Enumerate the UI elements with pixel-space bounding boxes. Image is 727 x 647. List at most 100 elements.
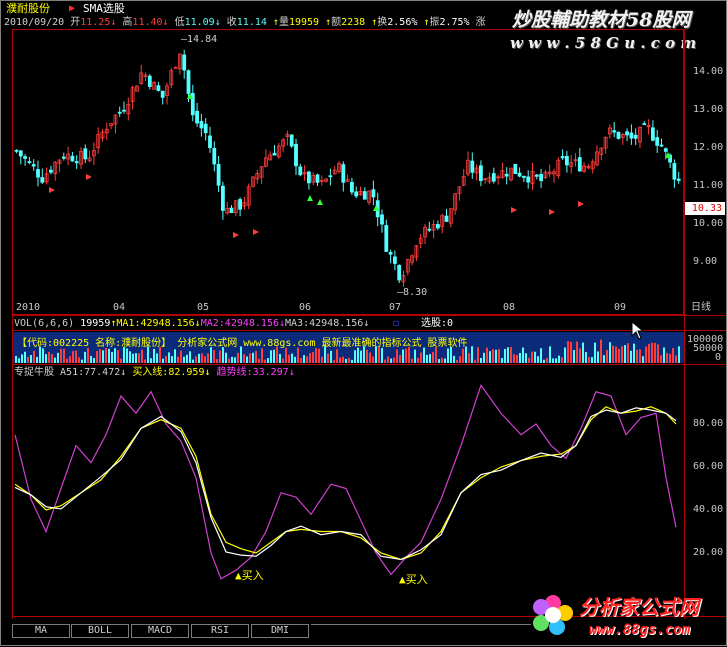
candle-body	[397, 265, 402, 281]
volume-bar	[231, 356, 233, 363]
volume-bar	[561, 357, 563, 363]
volume-bar	[129, 351, 131, 363]
sell-arrow-icon	[253, 229, 259, 235]
volume-bar	[255, 350, 257, 363]
buy-arrow-icon	[307, 195, 313, 201]
candle-body	[633, 134, 638, 139]
candle-body	[117, 111, 122, 114]
volume-bar	[306, 356, 308, 363]
volume-bar	[120, 358, 122, 363]
tab-rsi[interactable]: RSI	[191, 624, 249, 638]
volume-bar	[345, 359, 347, 363]
volume-bar	[96, 351, 98, 363]
volume-bar	[390, 358, 392, 363]
candle-body	[672, 163, 677, 180]
volume-bar	[324, 346, 326, 363]
volume-bar	[219, 350, 221, 363]
volume-bar	[372, 356, 374, 363]
volume-bar	[672, 348, 674, 363]
volume-bar	[132, 353, 134, 363]
volume-bar	[663, 347, 665, 363]
volume-bar	[327, 353, 329, 363]
volume-bar	[243, 354, 245, 363]
volume-bar	[642, 356, 644, 363]
volume-bar	[399, 355, 401, 363]
candle-body	[238, 199, 243, 210]
volume-bar	[264, 359, 266, 363]
candle-body	[526, 176, 531, 183]
tab-dmi[interactable]: DMI	[251, 624, 309, 638]
volume-bar	[123, 347, 125, 363]
flower-logo-icon	[533, 595, 573, 635]
volume-bar	[597, 351, 599, 363]
volume-bar	[300, 358, 302, 363]
watermark-88gs: 分析家公式网 www.88gs.com	[529, 589, 725, 645]
volume-bar	[447, 348, 449, 363]
volume-bar	[162, 358, 164, 363]
volume-bar	[558, 355, 560, 363]
candle-body	[122, 109, 126, 112]
candle-body	[195, 110, 200, 124]
volume-bar	[540, 348, 542, 363]
candle-body	[663, 148, 668, 152]
volume-bar	[579, 348, 581, 363]
volume-bar	[495, 349, 497, 363]
volume-bar	[615, 346, 617, 363]
candle-body	[203, 123, 208, 134]
volume-bar	[288, 354, 290, 363]
tab-macd[interactable]: MACD	[131, 624, 189, 638]
candle-body	[354, 191, 359, 197]
volume-bar	[525, 353, 527, 363]
volume-bar	[186, 354, 188, 363]
volume-bar	[606, 350, 608, 363]
candle-body	[31, 164, 36, 167]
volume-bar	[75, 350, 77, 363]
watermark-bottom-title: 分析家公式网	[579, 595, 699, 619]
volume-bar	[528, 357, 530, 363]
volume-bar	[396, 349, 398, 363]
candle-body	[212, 147, 217, 165]
volume-bar	[330, 350, 332, 363]
volume-bar	[87, 347, 89, 363]
candle-body	[147, 75, 152, 87]
volume-bar	[537, 356, 539, 363]
volume-bar	[168, 352, 170, 363]
volume-bar	[456, 359, 458, 363]
volume-bar	[93, 358, 95, 363]
volume-bar	[411, 358, 413, 363]
volume-bar	[369, 352, 371, 363]
volume-bar	[603, 355, 605, 363]
volume-bar	[432, 351, 434, 363]
volume-bar	[282, 358, 284, 363]
volume-bar	[312, 351, 314, 363]
volume-bar	[462, 348, 464, 363]
volume-bar	[237, 352, 239, 363]
candle-body	[392, 256, 397, 264]
volume-bar	[531, 351, 533, 363]
volume-bar	[117, 350, 119, 363]
candle-body	[315, 174, 320, 183]
volume-bar	[363, 346, 365, 363]
volume-bar	[111, 352, 113, 363]
watermark-bottom-url: www.88gs.com	[589, 622, 691, 638]
candle-body	[182, 54, 187, 71]
volume-bar	[54, 357, 56, 363]
volume-bar	[549, 346, 551, 363]
volume-bar	[222, 347, 224, 363]
volume-bar	[105, 348, 107, 363]
volume-bar	[303, 355, 305, 363]
volume-bar	[573, 350, 575, 363]
volume-bar	[342, 356, 344, 363]
volume-bar	[309, 353, 311, 363]
volume-bar	[333, 359, 335, 363]
volume-bar	[30, 355, 32, 363]
tab-ma[interactable]: MA	[12, 624, 70, 638]
volume-bar	[633, 343, 635, 363]
volume-bar	[246, 356, 248, 363]
volume-bar	[177, 356, 179, 363]
volume-bar	[192, 359, 194, 363]
tab-boll[interactable]: BOLL	[71, 624, 129, 638]
candle-body	[504, 173, 509, 177]
volume-bar	[585, 352, 587, 363]
chart-canvas[interactable]	[1, 1, 727, 647]
